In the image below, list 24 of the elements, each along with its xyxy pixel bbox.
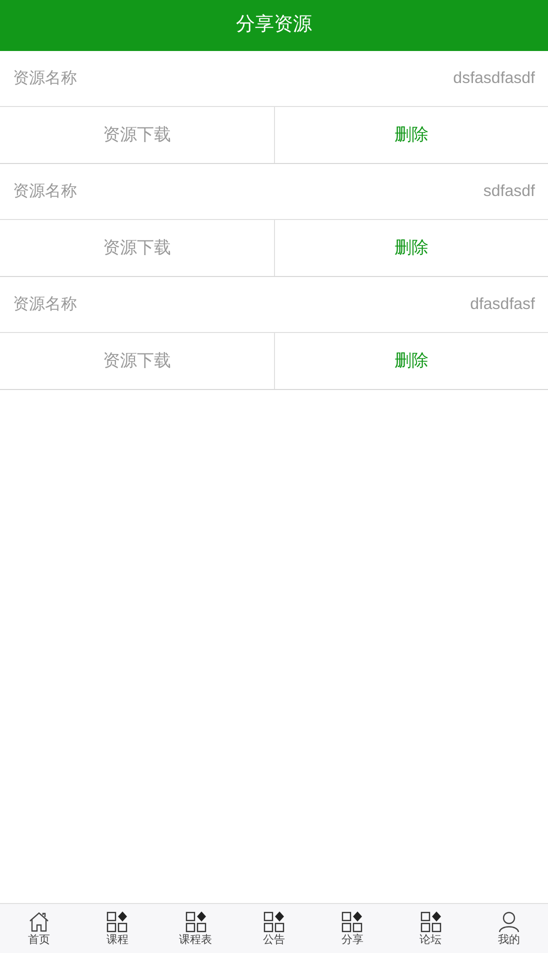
grid-icon [184, 911, 207, 933]
tab-item[interactable]: 课程表 [156, 904, 235, 953]
tab-item[interactable]: 课程 [78, 904, 157, 953]
tab-item[interactable]: 公告 [234, 904, 314, 953]
tab-item[interactable]: 我的 [470, 904, 548, 953]
resource-name: sdfasdf [483, 182, 535, 202]
resource-label: 资源名称 [13, 68, 77, 88]
resource-label: 资源名称 [13, 294, 77, 314]
delete-button[interactable]: 删除 [274, 107, 548, 163]
home-icon [28, 911, 50, 933]
delete-button[interactable]: 删除 [274, 333, 548, 389]
resource-label: 资源名称 [13, 182, 77, 202]
tab-item[interactable]: 分享 [313, 904, 392, 953]
grid-icon [262, 911, 285, 933]
tab-item[interactable]: 首页 [0, 904, 78, 953]
grid-icon [341, 911, 364, 933]
resource-name: dfasdfasf [470, 294, 535, 314]
grid-icon [420, 911, 442, 933]
tab-item[interactable]: 论坛 [391, 904, 470, 953]
delete-button[interactable]: 删除 [274, 220, 548, 276]
person-icon [498, 911, 520, 933]
resource-name: dsfasdfasdf [453, 68, 535, 88]
page-title: 分享资源 [236, 13, 312, 38]
grid-icon [106, 911, 128, 933]
